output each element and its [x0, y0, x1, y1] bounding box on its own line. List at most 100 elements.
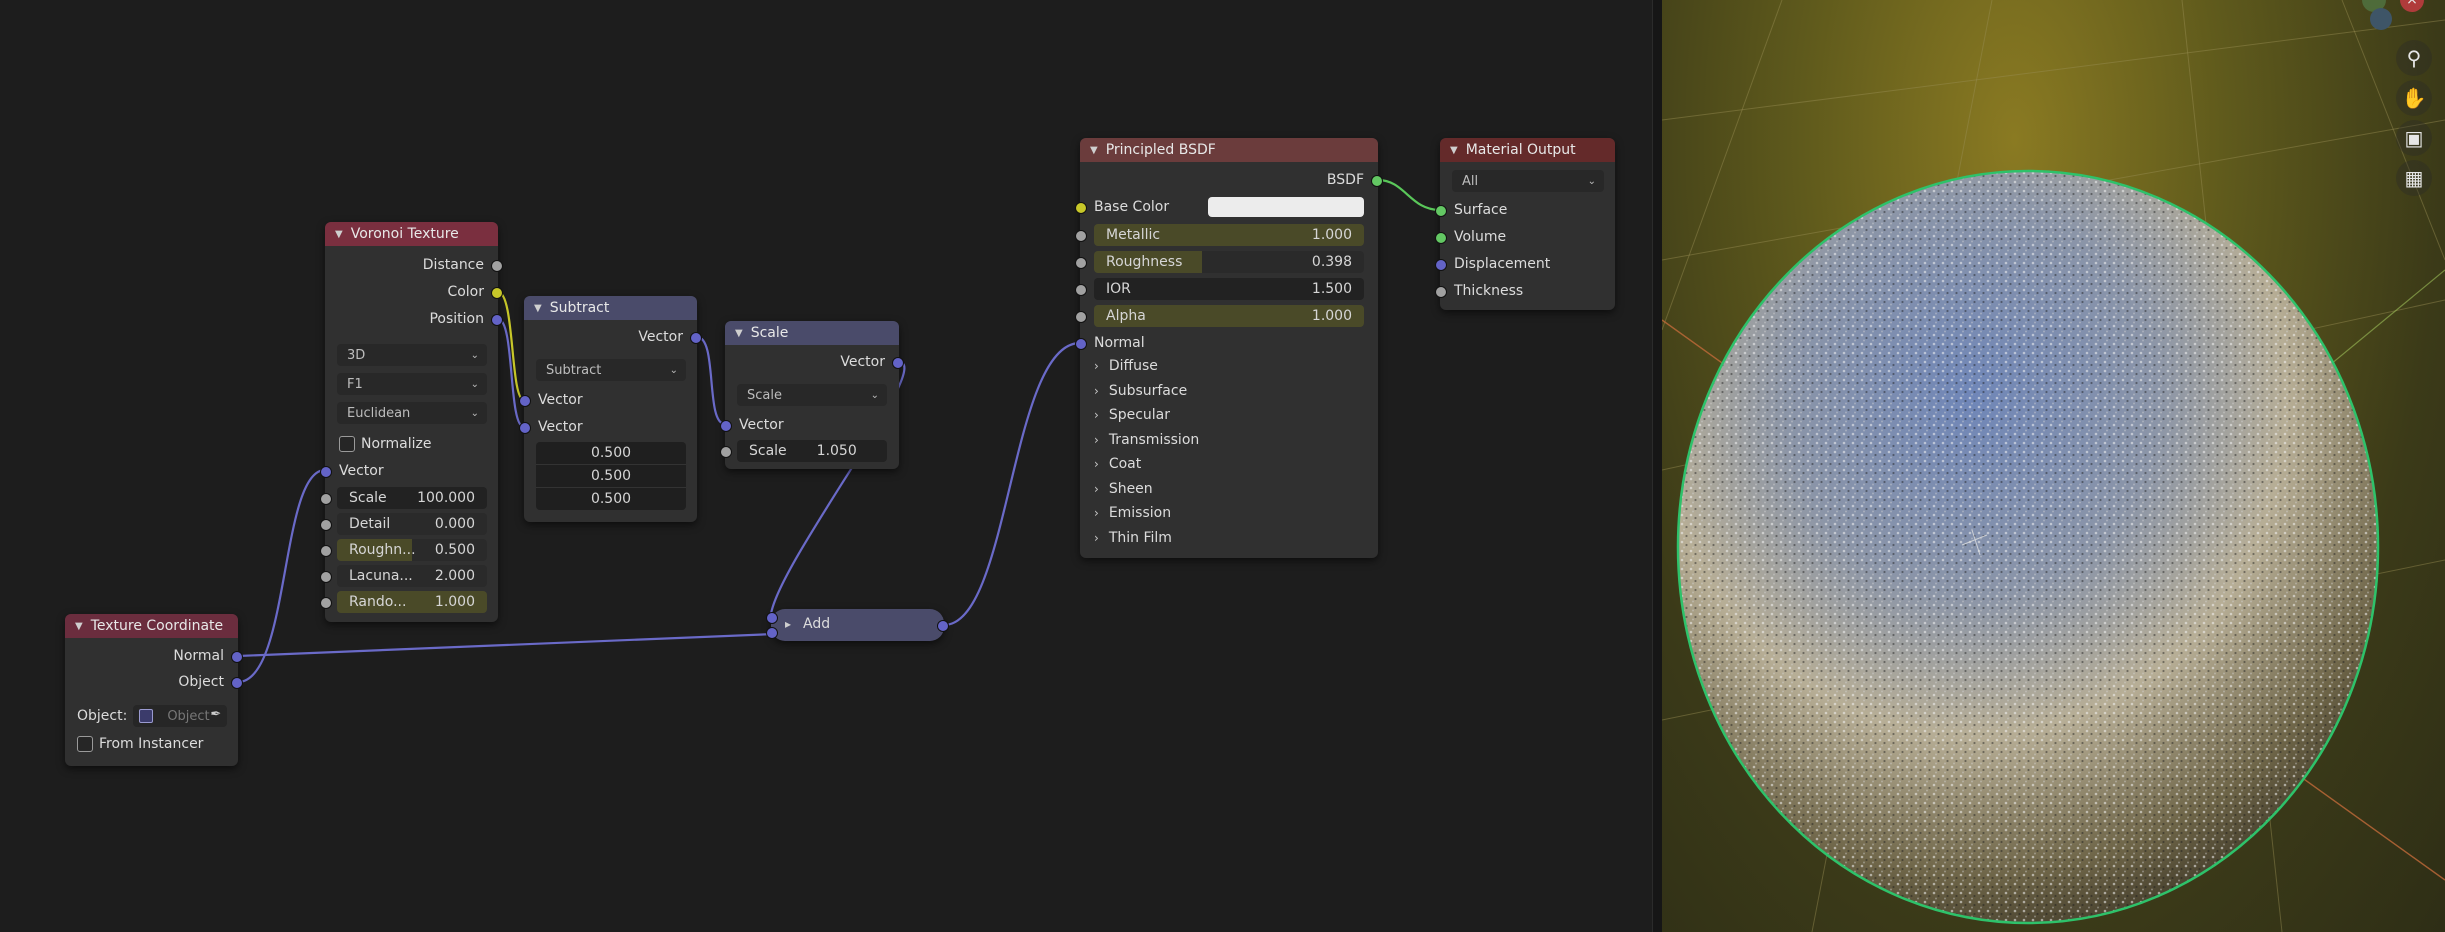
shader-node-editor[interactable]: ▼ Voronoi Texture Distance Color Positio…	[0, 0, 1652, 932]
principled-bsdf-node[interactable]: ▼ Principled BSDF BSDF Base Color Metall…	[1075, 138, 1383, 558]
node-title: Add	[803, 616, 831, 632]
scale-field[interactable]: Scale 100.000	[337, 487, 487, 509]
collapse-chevron-icon[interactable]: ▼	[1090, 145, 1098, 156]
metallic-field[interactable]: Metallic 1.000	[1094, 224, 1364, 246]
panel-subsurface[interactable]: › Subsurface	[1094, 383, 1187, 399]
socket-normal[interactable]	[1075, 338, 1087, 350]
socket-vector-b[interactable]	[519, 422, 531, 434]
socket-roughness[interactable]	[1075, 257, 1087, 269]
node-header[interactable]: ▼ Subtract	[524, 296, 697, 320]
socket-vector-in[interactable]	[720, 420, 732, 432]
socket-detail[interactable]	[320, 519, 332, 531]
target-dropdown[interactable]: All ⌄	[1452, 170, 1604, 192]
panel-transmission[interactable]: › Transmission	[1094, 432, 1199, 448]
expand-chevron-icon[interactable]: ▸	[785, 617, 791, 631]
socket-lacunarity[interactable]	[320, 571, 332, 583]
panel-coat[interactable]: › Coat	[1094, 456, 1141, 472]
node-header[interactable]: ▼ Principled BSDF	[1080, 138, 1378, 162]
roughness-field[interactable]: Roughness 0.398	[1094, 251, 1364, 273]
vector-x-field[interactable]: 0.500	[536, 442, 686, 465]
vector-z-field[interactable]: 0.500	[536, 488, 686, 510]
socket-base-color[interactable]	[1075, 202, 1087, 214]
input-vector: Vector	[320, 460, 498, 482]
socket-volume[interactable]	[1435, 232, 1447, 244]
scale-node[interactable]: ▼ Scale Vector Scale ⌄ Vector Scale 1.05…	[720, 321, 904, 469]
dimensions-dropdown[interactable]: 3D ⌄	[337, 344, 487, 366]
alpha-field[interactable]: Alpha 1.000	[1094, 305, 1364, 327]
randomness-field[interactable]: Rando... 1.000	[337, 591, 487, 613]
panel-emission[interactable]: › Emission	[1094, 505, 1171, 521]
panel-diffuse[interactable]: › Diffuse	[1094, 358, 1158, 374]
panel-specular[interactable]: › Specular	[1094, 407, 1170, 423]
distance-metric-dropdown[interactable]: Euclidean ⌄	[337, 402, 487, 424]
scale-factor-field[interactable]: Scale 1.050	[737, 440, 887, 462]
vector-y-field[interactable]: 0.500	[536, 465, 686, 488]
socket-input-a[interactable]	[766, 612, 778, 624]
socket-roughness[interactable]	[320, 545, 332, 557]
object-picker[interactable]: Object ✒	[133, 705, 228, 727]
node-header[interactable]: ▼ Scale	[725, 321, 899, 345]
material-output-node[interactable]: ▼ Material Output All ⌄ Surface Volume D…	[1435, 138, 1615, 310]
vector-b-fields[interactable]: 0.500 0.500 0.500	[536, 442, 686, 510]
operation-dropdown[interactable]: Scale ⌄	[737, 384, 887, 406]
node-header[interactable]: ▼ Texture Coordinate	[65, 614, 238, 638]
collapse-chevron-icon[interactable]: ▼	[1450, 145, 1458, 156]
socket-randomness[interactable]	[320, 597, 332, 609]
socket-vector-out[interactable]	[690, 332, 702, 344]
socket-normal[interactable]	[231, 651, 243, 663]
normalize-checkbox[interactable]	[339, 436, 355, 452]
grid-icon[interactable]: ▦	[2396, 160, 2432, 196]
socket-ior[interactable]	[1075, 284, 1087, 296]
normalize-checkbox-row[interactable]: Normalize	[325, 433, 498, 455]
node-header[interactable]: ▼ Voronoi Texture	[325, 222, 498, 246]
add-node[interactable]: ▸ Add	[766, 609, 949, 641]
base-color-swatch[interactable]	[1208, 197, 1364, 217]
collapse-chevron-icon[interactable]: ▼	[534, 303, 542, 314]
socket-position[interactable]	[491, 314, 503, 326]
node-header[interactable]: ▼ Material Output	[1440, 138, 1615, 162]
socket-alpha[interactable]	[1075, 311, 1087, 323]
socket-bsdf[interactable]	[1371, 175, 1383, 187]
zoom-icon[interactable]: ⚲	[2396, 40, 2432, 76]
collapse-chevron-icon[interactable]: ▼	[75, 621, 83, 632]
socket-surface[interactable]	[1435, 205, 1447, 217]
lacunarity-field[interactable]: Lacuna... 2.000	[337, 565, 487, 587]
texture-coordinate-node[interactable]: ▼ Texture Coordinate Normal Object Objec…	[65, 614, 243, 766]
3d-viewport[interactable]: × ⚲ ✋ ▣ ▦	[1662, 0, 2445, 932]
socket-vector-a[interactable]	[519, 395, 531, 407]
eyedropper-icon[interactable]: ✒	[210, 707, 221, 722]
hand-icon[interactable]: ✋	[2396, 80, 2432, 116]
voronoi-texture-node[interactable]: ▼ Voronoi Texture Distance Color Positio…	[320, 222, 503, 622]
operation-dropdown[interactable]: Subtract ⌄	[536, 359, 686, 381]
socket-vector[interactable]	[320, 466, 332, 478]
panel-label: Transmission	[1108, 432, 1200, 448]
field-label: Detail	[349, 516, 391, 532]
camera-icon[interactable]: ▣	[2396, 120, 2432, 156]
socket-object[interactable]	[231, 677, 243, 689]
field-value: 1.000	[434, 594, 475, 610]
collapse-chevron-icon[interactable]: ▼	[735, 328, 743, 339]
socket-scale[interactable]	[320, 493, 332, 505]
socket-color[interactable]	[491, 287, 503, 299]
socket-distance[interactable]	[491, 260, 503, 272]
socket-vector-out[interactable]	[892, 357, 904, 369]
socket-metallic[interactable]	[1075, 230, 1087, 242]
ior-field[interactable]: IOR 1.500	[1094, 278, 1364, 300]
panel-thin-film[interactable]: › Thin Film	[1094, 530, 1172, 546]
roughness-field[interactable]: Roughn... 0.500	[337, 539, 487, 561]
socket-vector-out[interactable]	[937, 620, 949, 632]
field-label: IOR	[1106, 281, 1131, 297]
subtract-node[interactable]: ▼ Subtract Vector Subtract ⌄ Vector Vect…	[519, 296, 702, 522]
input-volume: Volume	[1435, 226, 1615, 248]
navigation-gizmo-z-icon[interactable]	[2370, 8, 2392, 30]
socket-thickness[interactable]	[1435, 286, 1447, 298]
collapse-chevron-icon[interactable]: ▼	[335, 229, 343, 240]
detail-field[interactable]: Detail 0.000	[337, 513, 487, 535]
socket-displacement[interactable]	[1435, 259, 1447, 271]
feature-dropdown[interactable]: F1 ⌄	[337, 373, 487, 395]
socket-scale[interactable]	[720, 446, 732, 458]
socket-input-b[interactable]	[766, 627, 778, 639]
from-instancer-row[interactable]: From Instancer	[77, 736, 203, 752]
panel-sheen[interactable]: › Sheen	[1094, 481, 1153, 497]
from-instancer-checkbox[interactable]	[77, 736, 93, 752]
